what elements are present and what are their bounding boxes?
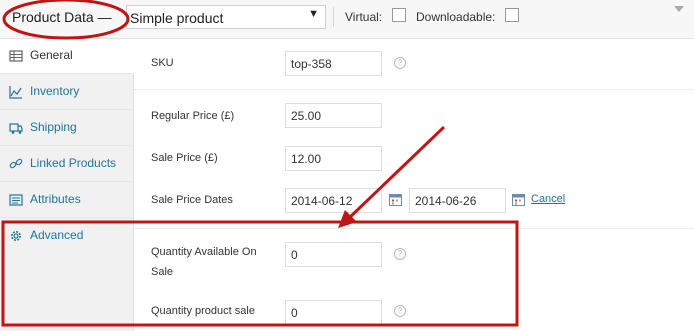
virtual-checkbox[interactable] bbox=[392, 8, 406, 22]
tab-shipping[interactable]: Shipping bbox=[0, 111, 133, 146]
gear-icon bbox=[11, 231, 21, 241]
product-data-header: Product Data — Simple product ▼ Virtual:… bbox=[0, 0, 694, 39]
section-divider bbox=[134, 228, 694, 229]
calendar-icon[interactable] bbox=[512, 193, 525, 206]
tab-shipping-label: Shipping bbox=[30, 120, 77, 134]
qty-available-input[interactable]: 0 bbox=[285, 242, 382, 267]
tab-linked-products-label: Linked Products bbox=[30, 156, 117, 170]
panel-title: Product Data — bbox=[12, 9, 112, 25]
qty-available-label-line2: Sale bbox=[151, 266, 174, 278]
help-icon[interactable]: ? bbox=[394, 57, 406, 69]
tab-general[interactable]: General bbox=[0, 39, 134, 74]
cancel-schedule-link[interactable]: Cancel bbox=[531, 193, 565, 205]
tab-advanced-label: Advanced bbox=[30, 228, 84, 242]
help-icon[interactable]: ? bbox=[394, 305, 406, 317]
calendar-icon[interactable] bbox=[389, 193, 402, 206]
collapse-arrow-icon[interactable] bbox=[674, 6, 684, 12]
qty-product-sale-input[interactable]: 0 bbox=[285, 300, 382, 325]
regular-price-input[interactable]: 25.00 bbox=[285, 103, 382, 128]
qty-product-sale-label: Quantity product sale bbox=[151, 305, 255, 317]
tab-advanced[interactable]: Advanced bbox=[0, 219, 133, 254]
tab-inventory-label: Inventory bbox=[30, 84, 80, 98]
tab-general-label: General bbox=[30, 48, 73, 62]
tab-attributes-label: Attributes bbox=[30, 192, 81, 206]
sku-input[interactable]: top-358 bbox=[285, 51, 382, 76]
qty-available-label-line1: Quantity Available On bbox=[151, 246, 257, 258]
link-icon bbox=[9, 158, 23, 169]
sale-date-to-input[interactable]: 2014-06-26 bbox=[409, 188, 506, 213]
sale-date-from-input[interactable]: 2014-06-12 bbox=[285, 188, 382, 213]
dropdown-arrow-icon: ▼ bbox=[308, 8, 319, 20]
product-tabs-sidebar: General Inventory Shipping Linked Produc… bbox=[0, 39, 134, 331]
tab-linked-products[interactable]: Linked Products bbox=[0, 147, 133, 182]
product-type-value: Simple product bbox=[130, 10, 224, 26]
header-separator bbox=[333, 7, 334, 27]
regular-price-label: Regular Price (£) bbox=[151, 110, 235, 122]
grid-icon bbox=[9, 50, 23, 62]
tab-inventory[interactable]: Inventory bbox=[0, 75, 133, 110]
help-icon[interactable]: ? bbox=[394, 248, 406, 260]
truck-icon bbox=[9, 123, 23, 134]
tab-attributes[interactable]: Attributes bbox=[0, 183, 133, 218]
product-type-select[interactable]: Simple product ▼ bbox=[126, 5, 326, 29]
virtual-label: Virtual: bbox=[345, 10, 383, 24]
sale-price-label: Sale Price (£) bbox=[151, 152, 218, 164]
chart-icon bbox=[9, 86, 22, 99]
section-divider bbox=[134, 89, 694, 90]
sale-dates-label: Sale Price Dates bbox=[151, 194, 233, 206]
list-icon bbox=[9, 194, 23, 206]
sale-price-input[interactable]: 12.00 bbox=[285, 146, 382, 171]
downloadable-checkbox[interactable] bbox=[505, 8, 519, 22]
downloadable-label: Downloadable: bbox=[416, 10, 496, 24]
sku-label: SKU bbox=[151, 57, 174, 69]
